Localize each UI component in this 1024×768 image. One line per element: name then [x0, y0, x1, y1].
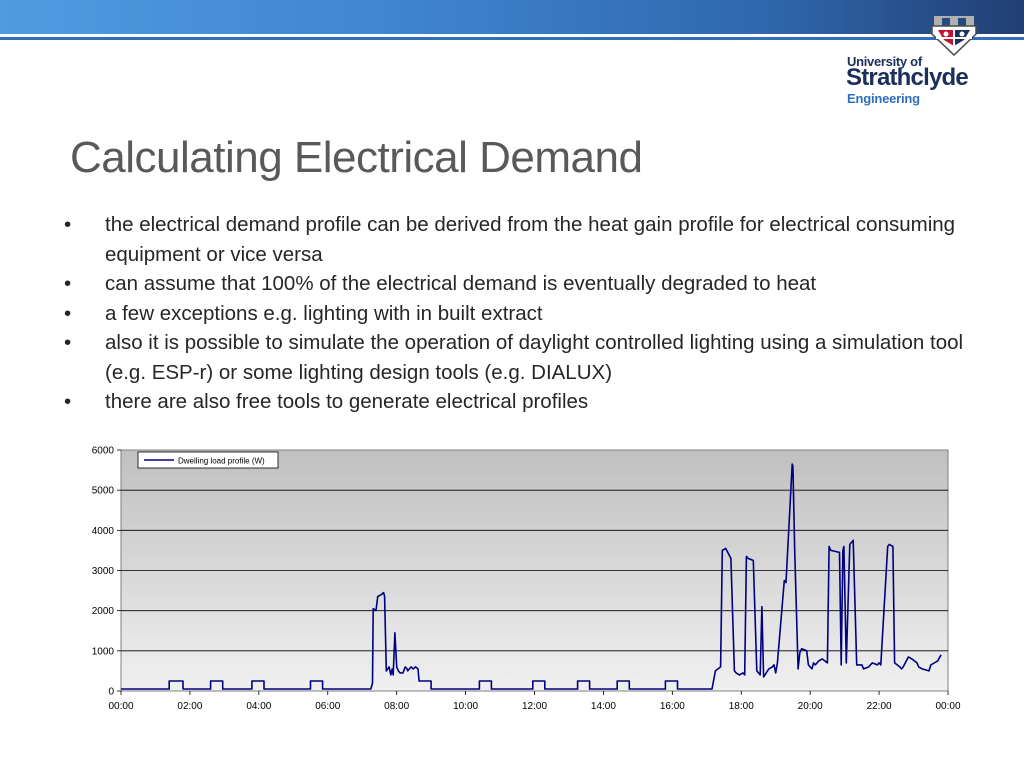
bullet-text: the electrical demand profile can be der… [105, 213, 956, 266]
x-axis-ticks: 00:00 02:00 04:00 06:00 08:00 10:00 12:00 14:00… [108, 691, 961, 712]
bullet-marker: • [64, 390, 72, 413]
bullet-text: also it is possible to simulate the oper… [105, 331, 964, 384]
x-tick-label: 16:00 [660, 701, 685, 712]
x-tick-label: 10:00 [453, 701, 478, 712]
x-tick-label: 20:00 [798, 701, 823, 712]
bullet-item: • the electrical demand profile can be de… [62, 210, 1002, 269]
university-logo: University of Strathclyde Engineering [842, 10, 992, 110]
bullet-text: a few exceptions e.g. lighting with in b… [105, 301, 543, 325]
x-tick-label: 02:00 [177, 701, 202, 712]
y-tick-label: 6000 [92, 446, 115, 457]
x-tick-label: 00:00 [108, 701, 133, 712]
y-tick-label: 2000 [92, 606, 115, 617]
bullet-marker: • [64, 272, 72, 295]
bullet-item: • a few exceptions e.g. lighting with in … [62, 299, 1002, 329]
y-tick-label: 3000 [92, 566, 115, 577]
y-tick-label: 0 [108, 687, 114, 698]
bullet-marker: • [64, 331, 72, 354]
bullet-marker: • [64, 213, 72, 236]
y-tick-label: 4000 [92, 526, 115, 537]
x-tick-label: 06:00 [315, 701, 340, 712]
bullet-text: can assume that 100% of the electrical d… [105, 272, 817, 295]
y-tick-label: 5000 [92, 486, 115, 497]
legend: Dwelling load profile (W) [137, 451, 279, 469]
bullet-item: • can assume that 100% of the electrical … [62, 269, 1002, 299]
crest-icon [931, 16, 977, 56]
y-tick-label: 1000 [92, 646, 115, 657]
logo-strathclyde: Strathclyde [846, 64, 969, 91]
bullet-item: • there are also free tools to generate e… [62, 387, 1002, 417]
x-tick-label: 04:00 [246, 701, 271, 712]
x-tick-label: 12:00 [522, 701, 547, 712]
x-tick-label: 14:00 [591, 701, 616, 712]
x-tick-label: 22:00 [867, 701, 892, 712]
y-axis-ticks: 0 1000 2000 3000 4000 5000 6000 [92, 446, 121, 698]
x-tick-label: 08:00 [384, 701, 409, 712]
bullet-list: • the electrical demand profile can be de… [62, 210, 1002, 417]
x-tick-label: 00:00 [935, 701, 960, 712]
logo-engineering: Engineering [847, 91, 920, 106]
x-tick-label: 18:00 [729, 701, 754, 712]
bullet-marker: • [64, 301, 72, 325]
load-profile-chart: 0 1000 2000 3000 4000 5000 6000 00:00 02:00 04:0… [92, 446, 961, 713]
legend-label: Dwelling load profile (W) [178, 457, 265, 466]
slide-title: Calculating Electrical Demand [70, 133, 643, 182]
bullet-text: there are also free tools to generate el… [105, 390, 589, 413]
bullet-item: • also it is possible to simulate the ope… [62, 328, 1002, 387]
